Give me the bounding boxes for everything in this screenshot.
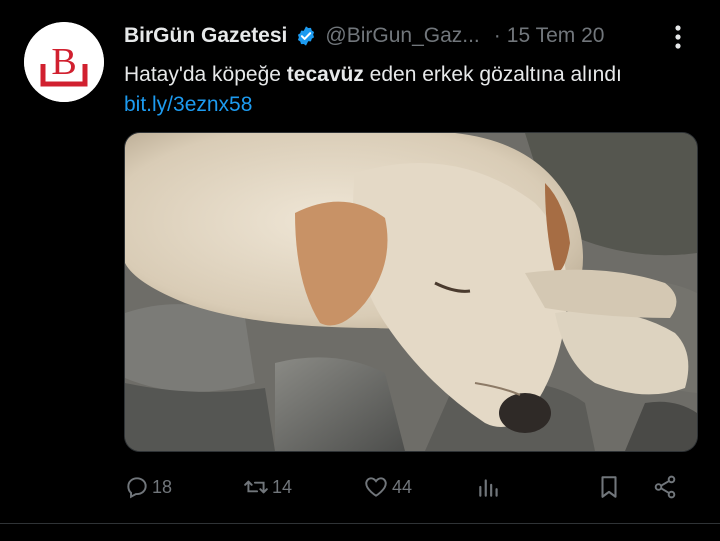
- tweet-text-start: Hatay'da köpeğe: [124, 63, 287, 86]
- views-button[interactable]: [476, 474, 502, 500]
- tweet-media-photo[interactable]: [124, 132, 698, 452]
- separator-dot: ·: [493, 24, 501, 47]
- share-button[interactable]: [652, 474, 678, 500]
- views-icon: [479, 479, 498, 497]
- tweet-header: BirGün Gazetesi @BirGun_Gaz... · 15 Tem …: [124, 20, 690, 52]
- avatar[interactable]: B: [24, 22, 104, 102]
- like-button[interactable]: 44: [362, 474, 412, 500]
- handle[interactable]: @BirGun_Gaz...: [325, 24, 479, 48]
- sleeping-dog-photo: [125, 133, 697, 451]
- more-options-icon[interactable]: [666, 24, 690, 50]
- logo-letter: B: [51, 41, 76, 83]
- tweet-text: Hatay'da köpeğe tecavüz eden erkek gözal…: [124, 60, 714, 120]
- verified-badge-icon: [295, 25, 317, 47]
- bookmark-button[interactable]: [596, 474, 622, 500]
- tweet-actions: 18 14 44: [124, 470, 684, 504]
- share-icon: [654, 475, 676, 499]
- reply-icon: [127, 477, 147, 499]
- tweet-date[interactable]: 15 Tem 20: [507, 24, 605, 48]
- retweet-icon: [244, 480, 268, 494]
- tweet-text-bold: tecavüz: [286, 63, 364, 86]
- bookmark-icon: [601, 476, 617, 498]
- reply-count: 18: [152, 476, 173, 497]
- tweet[interactable]: B BirGün Gazetesi @BirGun_Gaz... · 15 Te…: [0, 0, 720, 541]
- divider: [0, 523, 720, 524]
- display-name[interactable]: BirGün Gazetesi: [124, 24, 287, 48]
- retweet-count: 14: [272, 476, 293, 497]
- tweet-text-end: eden erkek gözaltına alındı: [363, 63, 622, 86]
- tweet-link[interactable]: bit.ly/3eznx58: [124, 90, 714, 120]
- like-icon: [365, 477, 387, 497]
- retweet-button[interactable]: 14: [242, 474, 292, 500]
- like-count: 44: [392, 476, 413, 497]
- reply-button[interactable]: 18: [124, 474, 172, 500]
- birgun-logo-icon: B: [24, 22, 104, 102]
